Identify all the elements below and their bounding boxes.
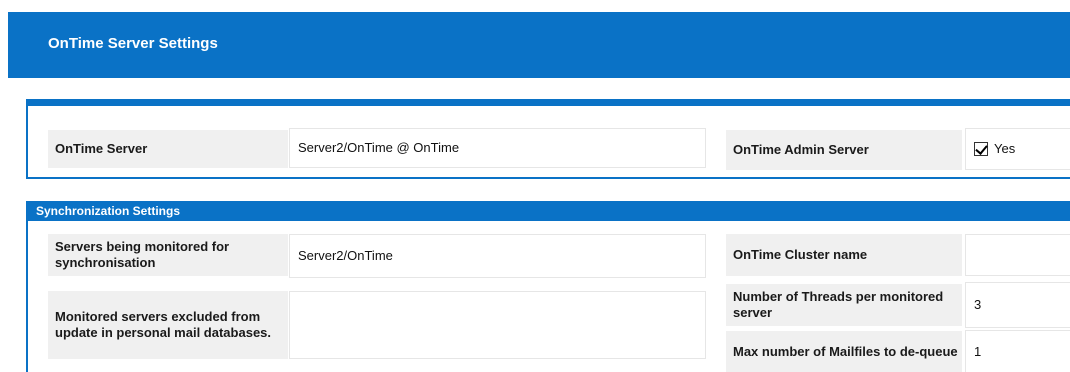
- sync-section-header: Synchronization Settings: [28, 201, 1070, 221]
- dequeue-label: Max number of Mailfiles to de-queue: [726, 331, 962, 372]
- servers-monitored-label: Servers being monitored for synchronisat…: [48, 234, 288, 276]
- dequeue-field[interactable]: 1: [965, 330, 1070, 372]
- cluster-name-field[interactable]: [965, 234, 1070, 276]
- servers-monitored-field[interactable]: Server2/OnTime: [289, 234, 706, 278]
- excluded-servers-label: Monitored servers excluded from update i…: [48, 291, 288, 359]
- threads-label: Number of Threads per monitored server: [726, 284, 962, 326]
- excluded-servers-field[interactable]: [289, 291, 706, 359]
- admin-server-option[interactable]: Yes: [965, 128, 1070, 170]
- ontime-server-field[interactable]: Server2/OnTime @ OnTime: [289, 128, 706, 168]
- admin-server-option-label: Yes: [994, 141, 1016, 156]
- title-bar: OnTime Server Settings: [8, 12, 1070, 78]
- sync-panel: Synchronization Settings Servers being m…: [26, 201, 1070, 372]
- ontime-server-label: OnTime Server: [48, 130, 288, 168]
- page-title: OnTime Server Settings: [48, 35, 218, 52]
- cluster-name-label: OnTime Cluster name: [726, 234, 962, 276]
- admin-server-checkbox[interactable]: [974, 142, 988, 156]
- server-panel: OnTime Server Server2/OnTime @ OnTime On…: [26, 99, 1070, 179]
- admin-server-label: OnTime Admin Server: [726, 130, 962, 170]
- threads-field[interactable]: 3: [965, 282, 1070, 328]
